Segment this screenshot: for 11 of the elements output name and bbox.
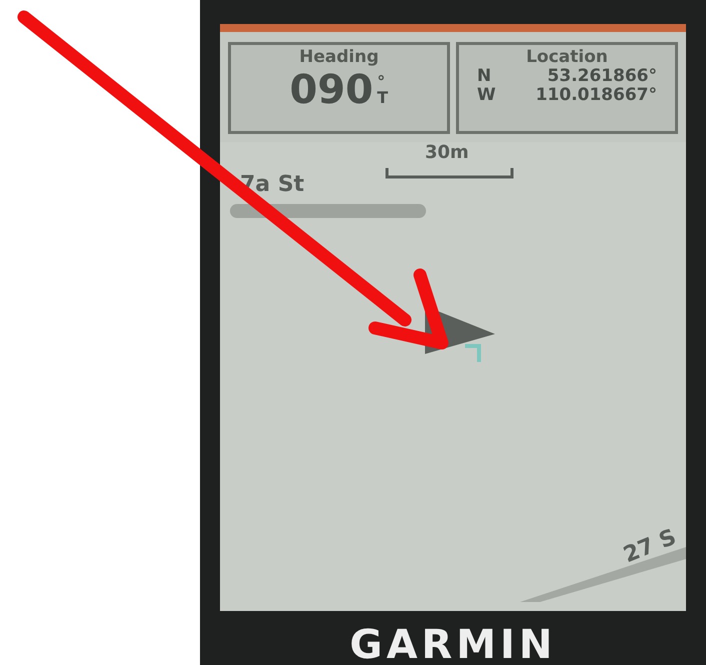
brand-logo: GARMIN — [350, 625, 556, 665]
coordinate-value: 110.018667° — [536, 86, 657, 104]
hemisphere-label: W — [477, 86, 496, 104]
coordinate-value: 53.261866° — [547, 66, 657, 86]
field-label: Heading — [299, 46, 379, 67]
street-label: 27 S — [620, 524, 680, 568]
scale-label: 30m — [425, 142, 469, 163]
field-label: Location — [526, 46, 608, 67]
unit-label: °T — [377, 74, 388, 106]
hemisphere-label: N — [477, 66, 492, 86]
field-value: 090 — [290, 66, 374, 113]
